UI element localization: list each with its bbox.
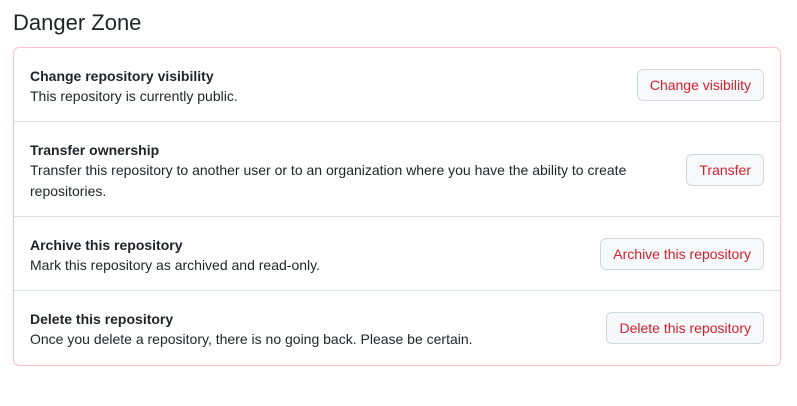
visibility-description: This repository is currently public.: [30, 88, 238, 104]
archive-description: Mark this repository as archived and rea…: [30, 257, 320, 273]
visibility-title: Change repository visibility: [30, 68, 214, 84]
danger-zone-box: Change repository visibility This reposi…: [13, 47, 781, 366]
transfer-text: Transfer ownership Transfer this reposit…: [30, 140, 650, 202]
danger-row-delete: Delete this repository Once you delete a…: [14, 290, 780, 365]
delete-repository-button[interactable]: Delete this repository: [606, 312, 764, 344]
transfer-description: Transfer this repository to another user…: [30, 162, 627, 199]
danger-zone-title: Danger Zone: [13, 10, 142, 35]
transfer-title: Transfer ownership: [30, 142, 160, 158]
archive-text: Archive this repository Mark this reposi…: [30, 235, 320, 276]
delete-title: Delete this repository: [30, 311, 174, 327]
danger-row-transfer: Transfer ownership Transfer this reposit…: [14, 121, 780, 217]
archive-repository-button[interactable]: Archive this repository: [600, 238, 764, 270]
delete-text: Delete this repository Once you delete a…: [30, 309, 473, 350]
danger-row-visibility: Change repository visibility This reposi…: [14, 48, 780, 122]
danger-zone-page: Danger Zone Change repository visibility…: [0, 0, 797, 406]
visibility-text: Change repository visibility This reposi…: [30, 66, 238, 107]
change-visibility-button[interactable]: Change visibility: [636, 69, 764, 101]
transfer-button[interactable]: Transfer: [686, 154, 764, 186]
delete-description: Once you delete a repository, there is n…: [30, 331, 473, 347]
danger-row-archive: Archive this repository Mark this reposi…: [14, 216, 780, 291]
archive-title: Archive this repository: [30, 237, 183, 253]
